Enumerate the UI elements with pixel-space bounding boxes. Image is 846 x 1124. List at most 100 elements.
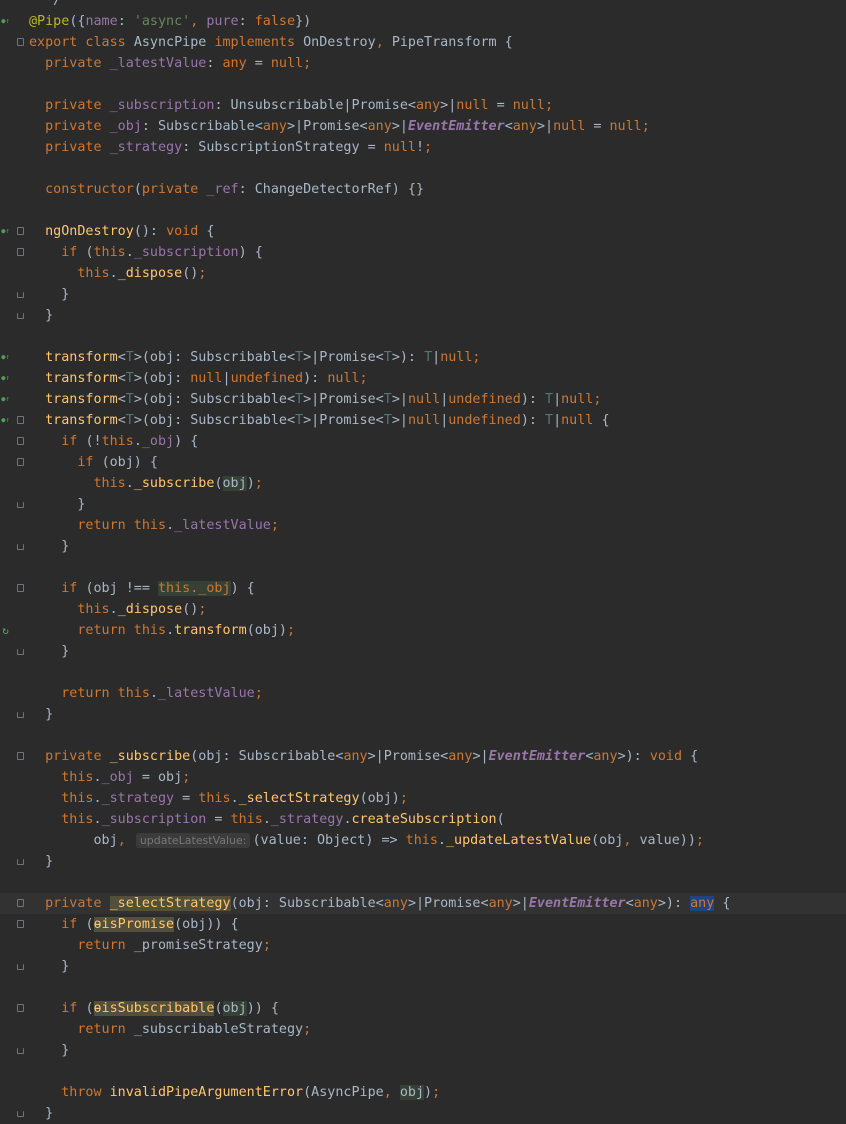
code-line[interactable]: } [0,851,846,872]
code-line[interactable]: ●↑ transform<T>(obj: Subscribable<T>|Pro… [0,410,846,431]
fold-start-icon[interactable] [17,248,24,256]
code-line[interactable]: export class AsyncPipe implements OnDest… [0,32,846,53]
code-token: ({ [69,14,86,29]
fold-start-icon[interactable] [17,437,24,445]
implements-marker-icon[interactable]: ●↑ [1,394,10,405]
code-token: : [117,14,134,29]
code-line[interactable]: private _subscription: Unsubscribable|Pr… [0,95,846,116]
code-line[interactable]: return _subscribableStrategy; [0,1019,846,1040]
code-line[interactable]: } [0,641,846,662]
code-line[interactable]: return _promiseStrategy; [0,935,846,956]
code-token: this [93,245,126,260]
code-line[interactable]: this._dispose(); [0,599,846,620]
recursive-call-icon[interactable]: ↻ [1,625,10,636]
code-line[interactable]: constructor(private _ref: ChangeDetector… [0,179,846,200]
code-line[interactable]: if (!this._obj) { [0,431,846,452]
fold-end-icon[interactable] [17,1048,24,1054]
code-line[interactable]: } [0,1040,846,1061]
fold-start-icon[interactable] [17,416,24,424]
code-token: , [623,833,640,848]
code-line[interactable]: obj, updateLatestValue: (value: Object) =… [0,830,846,851]
code-line[interactable]: this._dispose(); [0,263,846,284]
code-line[interactable] [0,158,846,179]
code-line[interactable]: ●↑ @Pipe({name: 'async', pure: false}) [0,11,846,32]
code-line[interactable] [0,977,846,998]
code-line[interactable]: } [0,494,846,515]
code-line[interactable]: } [0,305,846,326]
fold-start-icon[interactable] [17,752,24,760]
code-line[interactable] [0,872,846,893]
implements-marker-icon[interactable]: ●↑ [1,16,10,27]
code-text: if (obj !== this._obj) { [29,578,255,599]
fold-end-icon[interactable] [17,292,24,298]
code-token: implements [214,35,304,50]
fold-end-icon[interactable] [17,859,24,865]
code-line[interactable]: if (ɵisPromise(obj)) { [0,914,846,935]
code-token: _strategy [109,140,183,155]
implements-marker-icon[interactable]: ●↑ [1,352,10,363]
fold-end-icon[interactable] [17,712,24,718]
code-line[interactable]: return this._latestValue; [0,515,846,536]
implements-marker-icon[interactable]: ●↑ [1,373,10,384]
code-line[interactable] [0,725,846,746]
fold-end-icon[interactable] [17,1111,24,1117]
code-token: >| [391,413,408,428]
code-line[interactable]: this._strategy = this._selectStrategy(ob… [0,788,846,809]
fold-start-icon[interactable] [17,584,24,592]
code-line[interactable] [0,1061,846,1082]
fold-start-icon[interactable] [17,899,24,907]
fold-start-icon[interactable] [17,38,24,46]
code-line[interactable]: ●↑ ngOnDestroy(): void { [0,221,846,242]
fold-end-icon[interactable] [17,964,24,970]
code-line[interactable]: private _subscribe(obj: Subscribable<any… [0,746,846,767]
fold-end-icon[interactable] [17,313,24,319]
code-line[interactable]: } [0,1103,846,1124]
code-line[interactable]: private _strategy: SubscriptionStrategy … [0,137,846,158]
code-token: void [166,224,207,239]
fold-start-icon[interactable] [17,458,24,466]
code-line[interactable] [0,200,846,221]
code-text: } [29,956,69,977]
fold-end-icon[interactable] [17,502,24,508]
code-line[interactable]: this._obj = obj; [0,767,846,788]
code-line[interactable]: if (obj) { [0,452,846,473]
code-token: any [593,749,618,764]
code-line[interactable]: } [0,956,846,977]
code-line[interactable] [0,557,846,578]
implements-marker-icon[interactable]: ●↑ [1,226,10,237]
code-token: any [690,896,715,911]
code-line[interactable]: ↻ return this.transform(obj); [0,620,846,641]
fold-end-icon[interactable] [17,649,24,655]
code-text: } [29,1040,69,1061]
fold-start-icon[interactable] [17,227,24,235]
code-line[interactable]: private _latestValue: any = null; [0,53,846,74]
code-line[interactable]: } [0,536,846,557]
code-line[interactable]: private _obj: Subscribable<any>|Promise<… [0,116,846,137]
code-line[interactable]: ●↑ transform<T>(obj: null|undefined): nu… [0,368,846,389]
fold-start-icon[interactable] [17,920,24,928]
code-line[interactable] [0,662,846,683]
code-line[interactable]: this._subscribe(obj); [0,473,846,494]
code-line[interactable]: this._subscription = this._strategy.crea… [0,809,846,830]
code-token: } [29,854,54,869]
fold-end-icon[interactable] [17,544,24,550]
code-line[interactable] [0,74,846,95]
code-line[interactable]: ●↑ transform<T>(obj: Subscribable<T>|Pro… [0,347,846,368]
code-line[interactable] [0,326,846,347]
code-line[interactable]: */ [0,0,846,11]
code-line[interactable]: } [0,704,846,725]
code-line[interactable]: ●↑ transform<T>(obj: Subscribable<T>|Pro… [0,389,846,410]
code-line[interactable]: return this._latestValue; [0,683,846,704]
implements-marker-icon[interactable]: ●↑ [1,415,10,426]
code-line[interactable]: if (obj !== this._obj) { [0,578,846,599]
code-line[interactable]: if (ɵisSubscribable(obj)) { [0,998,846,1019]
code-token: >|Promise< [303,413,384,428]
code-line[interactable]: if (this._subscription) { [0,242,846,263]
code-editor[interactable]: */●↑ @Pipe({name: 'async', pure: false}) e… [0,0,846,1122]
code-line[interactable]: private _selectStrategy(obj: Subscribabl… [0,893,846,914]
code-line[interactable]: } [0,284,846,305]
fold-start-icon[interactable] [17,1004,24,1012]
code-text: } [29,284,69,305]
code-token: . [437,833,446,848]
code-line[interactable]: throw invalidPipeArgumentError(AsyncPipe… [0,1082,846,1103]
